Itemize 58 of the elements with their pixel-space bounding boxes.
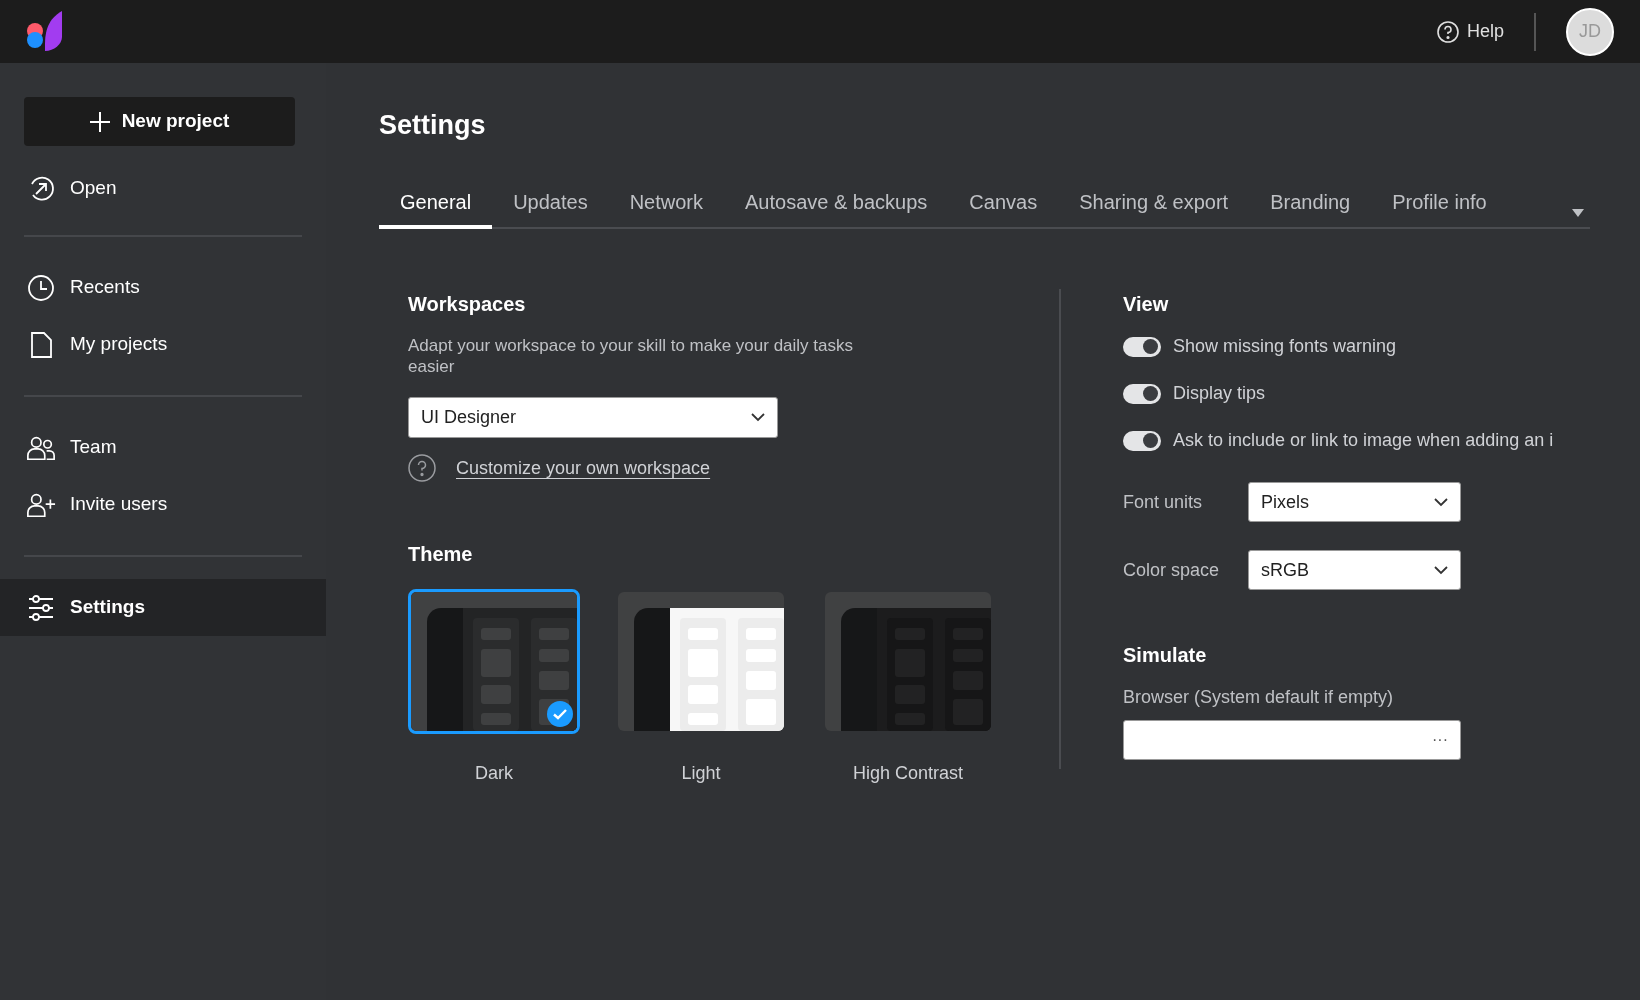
help-icon — [408, 454, 436, 482]
sidebar-item[interactable]: My projects — [0, 316, 326, 373]
plus-icon — [89, 111, 110, 132]
sidebar-label: Team — [70, 435, 117, 460]
toggle-label: Ask to include or link to image when adding an i — [1173, 429, 1554, 452]
workspace-description: Adapt your workspace to your skill to make your daily tasks easier — [408, 335, 855, 377]
toggle-switch[interactable] — [1123, 383, 1161, 404]
sidebar-item[interactable]: Invite users — [0, 476, 326, 533]
sidebar-item[interactable]: Recents — [0, 259, 326, 316]
section-heading: Theme — [408, 542, 474, 567]
sidebar-label: Invite users — [70, 492, 168, 517]
check-icon — [547, 701, 573, 727]
settings-tab[interactable]: Network — [608, 187, 724, 229]
sidebar-item[interactable]: Team — [0, 419, 326, 476]
settings-tab[interactable]: Profile info — [1371, 187, 1508, 229]
settings-icon — [27, 593, 55, 622]
new-project-button[interactable]: New project — [24, 97, 295, 146]
sidebar-item[interactable]: Open — [0, 160, 326, 217]
settings-tab[interactable]: Branding — [1249, 187, 1372, 229]
section-heading: View — [1123, 292, 1170, 317]
sidebar-item[interactable]: Settings — [0, 579, 326, 636]
browse-button[interactable]: ··· — [1432, 728, 1448, 752]
help-link[interactable]: Help — [1436, 18, 1504, 45]
section-heading: Simulate — [1123, 643, 1208, 668]
settings-tab[interactable]: Sharing & export — [1058, 187, 1250, 229]
theme-label: Dark — [475, 762, 513, 785]
more-tabs-icon[interactable] — [1572, 209, 1584, 217]
field-label: Browser (System default if empty) — [1123, 686, 1395, 709]
toggle-switch[interactable] — [1123, 336, 1161, 357]
browser-input[interactable]: ··· — [1123, 720, 1461, 760]
settings-tab[interactable]: Updates — [492, 187, 609, 229]
sidebar-label: My projects — [70, 332, 168, 357]
sidebar-label: Open — [70, 176, 117, 201]
field-label: Font units — [1123, 490, 1204, 514]
settings-tab[interactable]: General — [379, 187, 493, 229]
toggle-switch[interactable] — [1123, 430, 1161, 451]
settings-tab[interactable]: Autosave & backups — [724, 187, 949, 229]
sidebar-label: Recents — [70, 275, 140, 300]
toggle-label: Show missing fonts warning — [1173, 335, 1397, 358]
chevron-down-icon — [751, 413, 765, 422]
workspace-select[interactable]: UI Designer — [408, 397, 778, 438]
file-icon — [29, 330, 53, 359]
toggle-label: Display tips — [1173, 382, 1266, 405]
section-heading: Workspaces — [408, 292, 527, 317]
clock-icon — [27, 273, 55, 302]
theme-label: Light — [681, 762, 721, 785]
sidebar-label: Settings — [70, 595, 145, 620]
chevron-down-icon — [1434, 565, 1448, 575]
dropdown-select[interactable]: sRGB — [1248, 550, 1461, 590]
theme-label: High Contrast — [852, 762, 964, 785]
app-logo — [26, 10, 62, 53]
page-title: Settings — [379, 109, 487, 142]
customize-workspace-link[interactable]: Customize your own workspace — [456, 454, 711, 482]
help-icon — [1436, 20, 1459, 43]
dropdown-select[interactable]: Pixels — [1248, 482, 1461, 522]
settings-tab[interactable]: Canvas — [948, 187, 1059, 229]
chevron-down-icon — [1434, 497, 1448, 507]
field-label: Color space — [1123, 558, 1221, 582]
